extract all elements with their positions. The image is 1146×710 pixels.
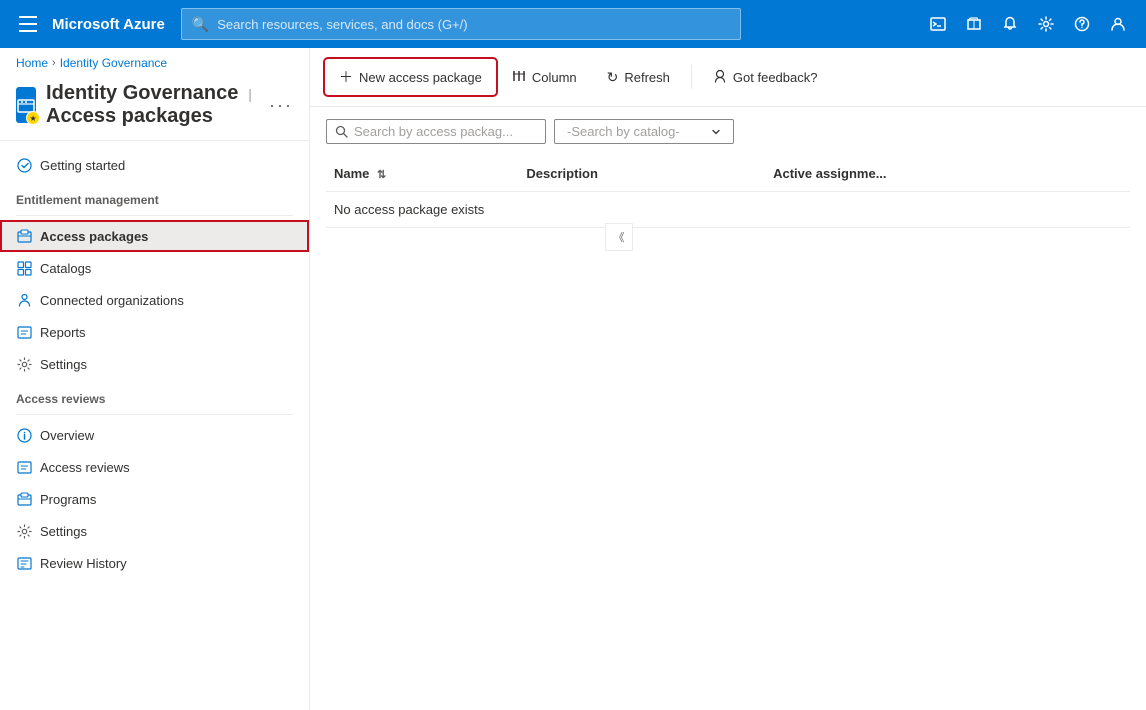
- help-icon[interactable]: [1066, 8, 1098, 40]
- breadcrumb-separator: ›: [52, 57, 56, 69]
- reports-icon: [16, 324, 32, 340]
- settings-reviews-label: Settings: [40, 524, 87, 539]
- sidebar-item-settings-entitlement[interactable]: Settings: [0, 348, 309, 380]
- toolbar-divider: [691, 65, 692, 89]
- page-header: ★ Identity Governance | Access packages …: [0, 74, 309, 141]
- search-icon: 🔍: [192, 16, 209, 33]
- entitlement-divider: [16, 215, 293, 216]
- content-area: ＋ New access package Column ↻ Refresh: [310, 48, 1146, 710]
- page-title-main: Identity Governance: [46, 82, 238, 104]
- overview-icon: [16, 427, 32, 443]
- getting-started-icon: [16, 157, 32, 173]
- filters-bar: -Search by catalog-: [310, 107, 1146, 156]
- settings-entitlement-icon: [16, 356, 32, 372]
- brand-logo: Microsoft Azure: [52, 16, 165, 33]
- new-package-label: New access package: [359, 70, 482, 85]
- sidebar-item-programs[interactable]: Programs: [0, 483, 309, 515]
- sidebar-collapse-button[interactable]: 《: [605, 223, 633, 251]
- column-button[interactable]: Column: [499, 62, 590, 93]
- overview-label: Overview: [40, 428, 94, 443]
- user-icon[interactable]: [1102, 8, 1134, 40]
- sidebar-item-reports[interactable]: Reports: [0, 316, 309, 348]
- sidebar-item-overview[interactable]: Overview: [0, 419, 309, 451]
- feedback-label: Got feedback?: [733, 70, 818, 85]
- page-header-more-button[interactable]: ···: [269, 95, 293, 116]
- new-access-package-button[interactable]: ＋ New access package: [326, 60, 495, 94]
- review-history-icon: [16, 555, 32, 571]
- table-col-description: Description: [518, 156, 765, 192]
- search-input[interactable]: [217, 17, 730, 32]
- data-table-container: Name ⇅ Description Active assignme...: [310, 156, 1146, 710]
- sidebar: Home › Identity Governance ★ Identity Go…: [0, 48, 310, 710]
- breadcrumb-current: Identity Governance: [60, 56, 167, 70]
- toolbar: ＋ New access package Column ↻ Refresh: [310, 48, 1146, 107]
- access-packages-table: Name ⇅ Description Active assignme...: [326, 156, 1130, 228]
- search-filter-icon: [335, 125, 348, 138]
- table-col-name[interactable]: Name ⇅: [326, 156, 518, 192]
- programs-icon: [16, 491, 32, 507]
- connected-orgs-icon: [16, 292, 32, 308]
- access-packages-label: Access packages: [40, 229, 148, 244]
- breadcrumb: Home › Identity Governance: [0, 48, 309, 74]
- table-header-row: Name ⇅ Description Active assignme...: [326, 156, 1130, 192]
- refresh-icon: ↻: [607, 69, 619, 86]
- catalog-filter-label: -Search by catalog-: [567, 124, 703, 139]
- sidebar-item-catalogs[interactable]: Catalogs: [0, 252, 309, 284]
- settings-icon[interactable]: [1030, 8, 1062, 40]
- directory-icon[interactable]: [958, 8, 990, 40]
- search-by-package-input[interactable]: [354, 124, 537, 139]
- access-reviews-label: Access reviews: [40, 460, 130, 475]
- review-history-label: Review History: [40, 556, 127, 571]
- settings-entitlement-label: Settings: [40, 357, 87, 372]
- main-layout: Home › Identity Governance ★ Identity Go…: [0, 48, 1146, 710]
- reports-label: Reports: [40, 325, 86, 340]
- getting-started-label: Getting started: [40, 158, 125, 173]
- page-header-icon: ★: [16, 87, 36, 123]
- nav-icon-group: [922, 8, 1134, 40]
- access-reviews-divider: [16, 414, 293, 415]
- sidebar-item-access-reviews[interactable]: Access reviews: [0, 451, 309, 483]
- access-reviews-icon: [16, 459, 32, 475]
- sidebar-navigation: Getting started Entitlement management A…: [0, 141, 309, 587]
- catalogs-label: Catalogs: [40, 261, 91, 276]
- page-title-sub: Access packages: [46, 105, 213, 127]
- access-package-search[interactable]: [326, 119, 546, 144]
- chevron-down-icon: [711, 127, 721, 137]
- hamburger-menu[interactable]: [12, 8, 44, 40]
- sidebar-item-connected-organizations[interactable]: Connected organizations: [0, 284, 309, 316]
- plus-icon: ＋: [339, 67, 353, 87]
- column-label: Column: [532, 70, 577, 85]
- top-navigation: Microsoft Azure 🔍: [0, 0, 1146, 48]
- refresh-label: Refresh: [624, 70, 670, 85]
- sidebar-item-access-packages[interactable]: Access packages: [0, 220, 309, 252]
- sidebar-item-settings-reviews[interactable]: Settings: [0, 515, 309, 547]
- header-icon-badge: ★: [26, 111, 40, 125]
- access-packages-icon: [16, 228, 32, 244]
- sidebar-item-getting-started[interactable]: Getting started: [0, 149, 309, 181]
- sort-icon-name[interactable]: ⇅: [377, 169, 386, 181]
- access-reviews-section-label: Access reviews: [0, 380, 309, 410]
- table-col-active-assignments: Active assignme...: [765, 156, 1130, 192]
- page-header-title: Identity Governance | Access packages: [46, 82, 259, 128]
- column-icon: [512, 69, 526, 86]
- empty-message: No access package exists: [326, 192, 1130, 228]
- bell-icon[interactable]: [994, 8, 1026, 40]
- terminal-icon[interactable]: [922, 8, 954, 40]
- refresh-button[interactable]: ↻ Refresh: [594, 62, 683, 93]
- layout-wrapper: 《 ＋ New access package Column ↻ Refresh: [310, 48, 1146, 710]
- connected-orgs-label: Connected organizations: [40, 293, 184, 308]
- table-empty-row: No access package exists: [326, 192, 1130, 228]
- programs-label: Programs: [40, 492, 96, 507]
- catalog-filter-dropdown[interactable]: -Search by catalog-: [554, 119, 734, 144]
- global-search-bar[interactable]: 🔍: [181, 8, 741, 40]
- settings-reviews-icon: [16, 523, 32, 539]
- page-title-separator: |: [248, 86, 252, 102]
- feedback-button[interactable]: Got feedback?: [700, 62, 831, 93]
- catalogs-icon: [16, 260, 32, 276]
- feedback-icon: [713, 69, 727, 86]
- breadcrumb-home[interactable]: Home: [16, 56, 48, 70]
- sidebar-item-review-history[interactable]: Review History: [0, 547, 309, 579]
- entitlement-section-label: Entitlement management: [0, 181, 309, 211]
